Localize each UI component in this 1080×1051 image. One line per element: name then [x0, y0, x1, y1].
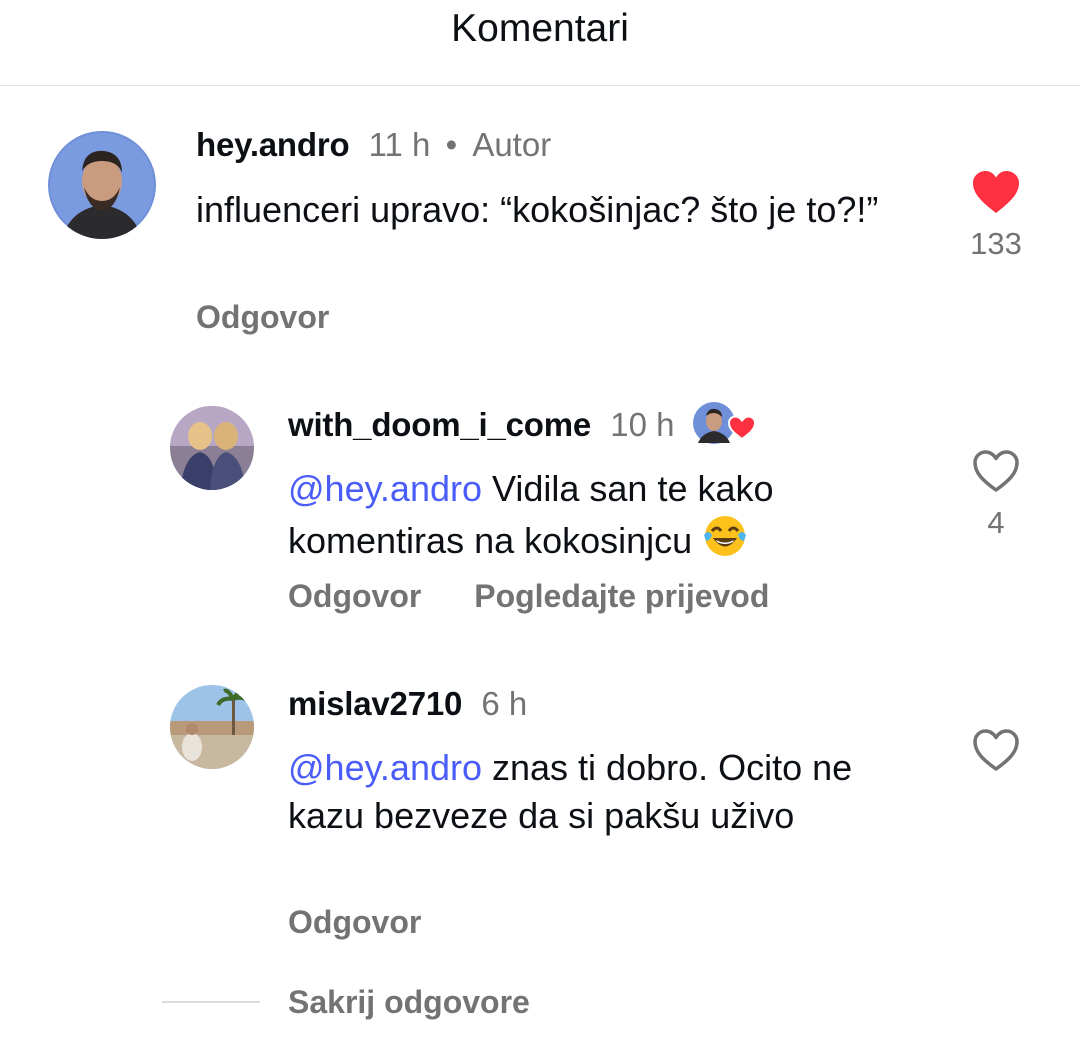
reply-button[interactable]: Odgovor: [288, 578, 421, 614]
hide-replies-row[interactable]: Sakrij odgovore: [162, 982, 530, 1022]
like-group: [956, 728, 1036, 777]
avatar[interactable]: [170, 685, 254, 769]
mention-link[interactable]: @hey.andro: [288, 468, 482, 509]
avatar-photo: [48, 131, 156, 239]
heart-outline-icon[interactable]: [972, 728, 1020, 772]
author-avatar-heart-icon: [692, 402, 756, 445]
separator-dot: •: [445, 126, 458, 163]
username[interactable]: with_doom_i_come: [288, 406, 591, 443]
tears-of-joy-emoji-icon: [702, 513, 748, 571]
reply-meta: with_doom_i_come 10 h: [288, 402, 756, 449]
like-group: 4: [956, 449, 1036, 542]
avatar[interactable]: [48, 131, 156, 239]
avatar[interactable]: [170, 406, 254, 490]
author-liked-badge: [692, 399, 756, 445]
avatar-photo: [170, 406, 254, 490]
mention-link[interactable]: @hey.andro: [288, 747, 482, 788]
reply-text: @hey.andro Vidila san te kako komentiras…: [288, 465, 928, 571]
comments-header: Komentari: [0, 0, 1080, 86]
like-count: 4: [987, 505, 1005, 540]
heart-outline-icon[interactable]: [972, 449, 1020, 493]
comment-text: influenceri upravo: “kokošinjac? što je …: [196, 189, 879, 230]
reply-actions: Odgovor Pogledajte prijevod: [288, 576, 813, 616]
page-title: Komentari: [451, 7, 629, 50]
see-translation-button[interactable]: Pogledajte prijevod: [474, 578, 769, 614]
reply-button[interactable]: Odgovor: [196, 299, 329, 335]
reply-actions: Odgovor: [288, 902, 465, 942]
comment-meta: hey.andro 11 h • Autor: [196, 125, 551, 165]
reply-text: @hey.andro znas ti dobro. Ocito ne kazu …: [288, 744, 928, 840]
hide-replies-button[interactable]: Sakrij odgovore: [288, 984, 530, 1020]
like-count: 133: [970, 226, 1022, 261]
like-group: 133: [956, 170, 1036, 263]
timestamp: 11 h: [368, 126, 431, 163]
timestamp: 6 h: [481, 685, 528, 722]
hide-replies-divider: [162, 1001, 260, 1003]
heart-filled-icon[interactable]: [972, 170, 1020, 214]
username[interactable]: mislav2710: [288, 685, 462, 722]
username[interactable]: hey.andro: [196, 126, 350, 163]
reply-meta: mislav2710 6 h: [288, 684, 527, 724]
author-badge: Autor: [472, 126, 552, 163]
avatar-photo: [170, 685, 254, 769]
timestamp: 10 h: [610, 406, 675, 443]
reply-button[interactable]: Odgovor: [288, 904, 421, 940]
comment-actions: Odgovor: [196, 297, 373, 337]
